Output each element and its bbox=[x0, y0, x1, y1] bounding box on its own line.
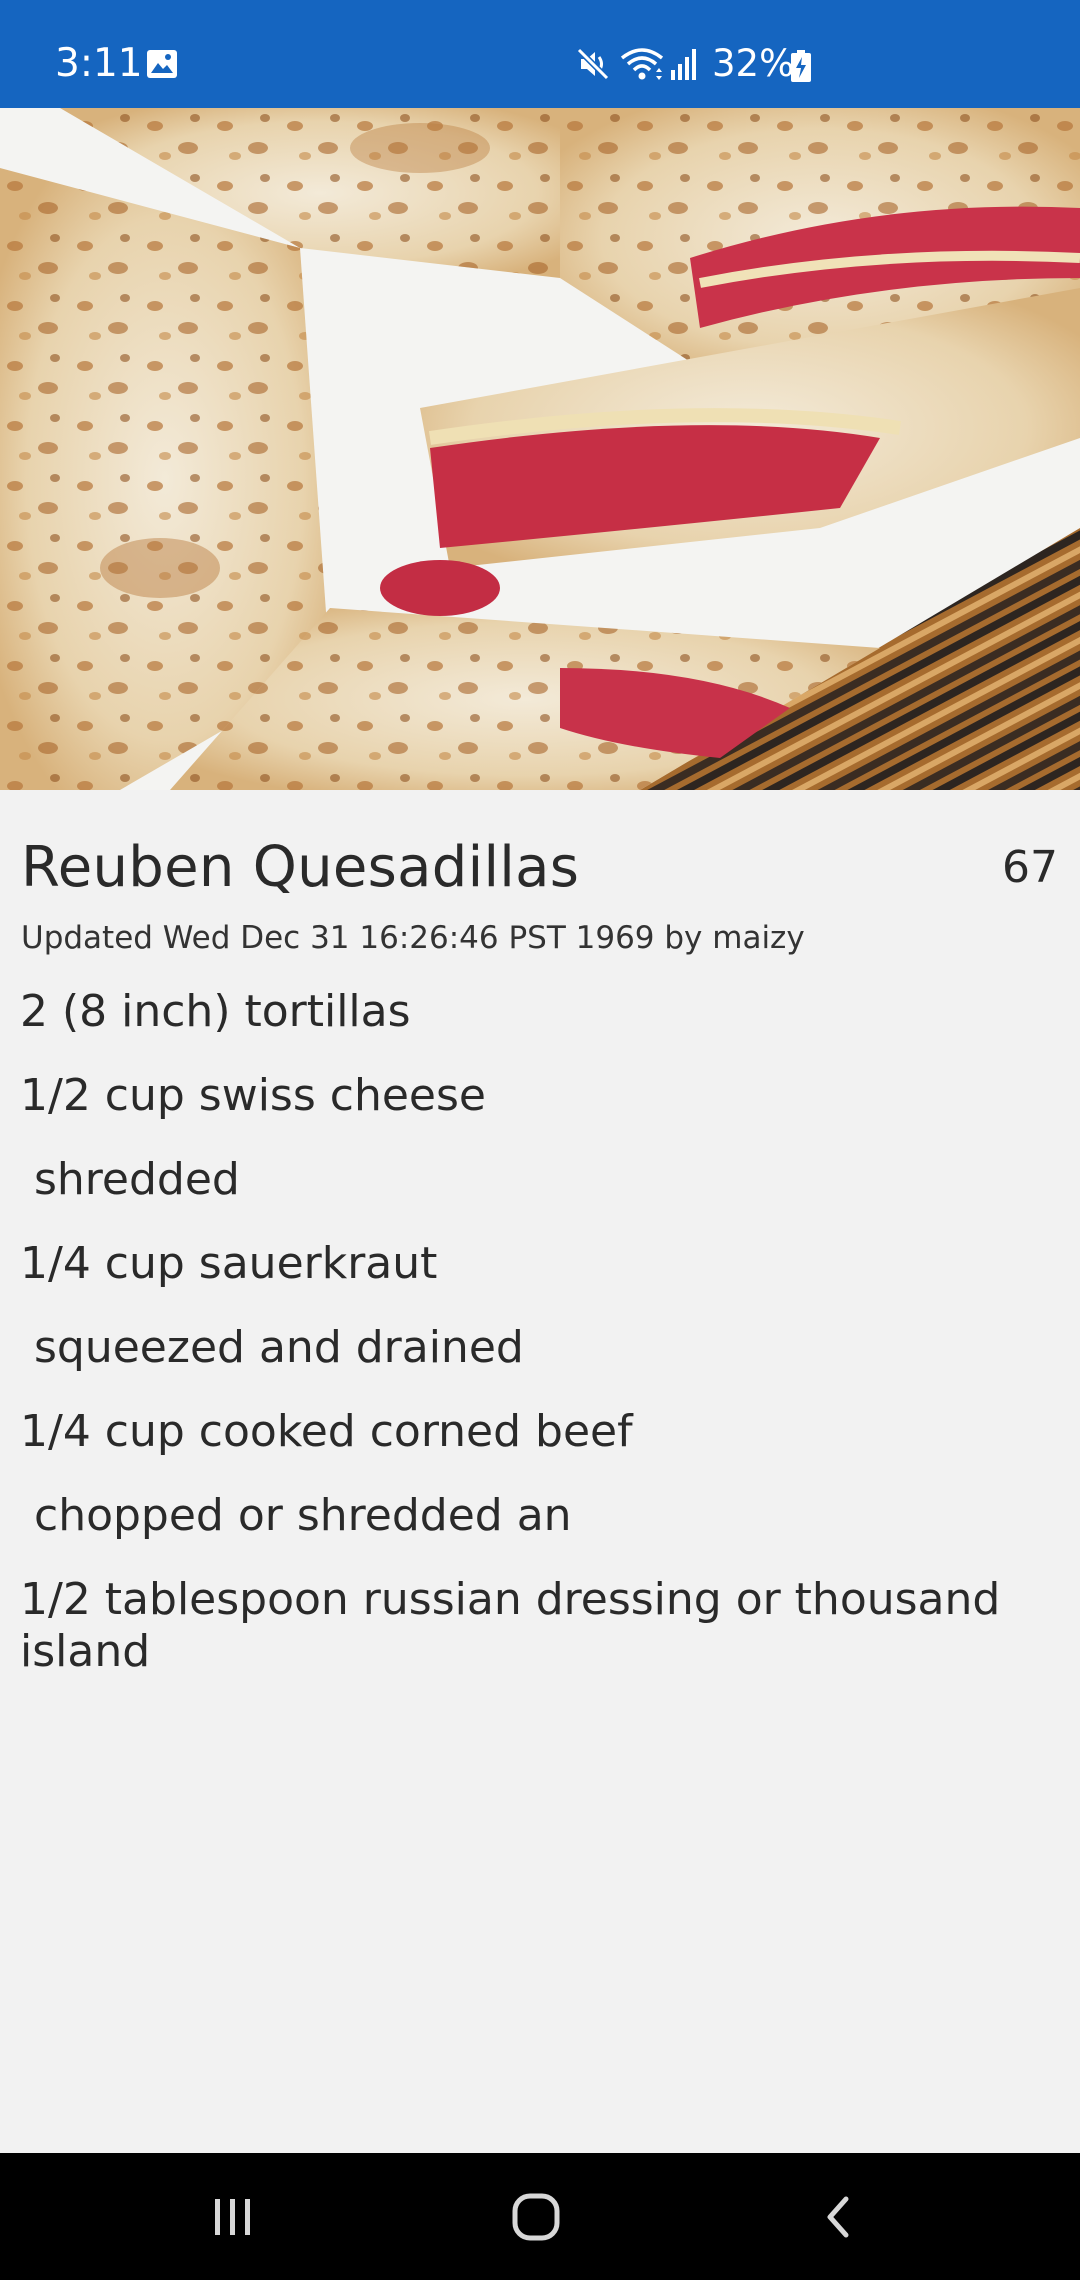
home-button[interactable] bbox=[476, 2153, 596, 2280]
recent-apps-icon bbox=[215, 2198, 250, 2235]
status-bar: 3:11 32% bbox=[0, 0, 1080, 108]
back-icon bbox=[827, 2196, 849, 2237]
status-time: 3:11 bbox=[55, 41, 143, 86]
recipe-meta: Updated Wed Dec 31 16:26:46 PST 1969 by … bbox=[21, 920, 805, 956]
home-icon bbox=[512, 2193, 560, 2240]
wifi-icon bbox=[620, 48, 664, 80]
ingredient-line: 1/2 cup swiss cheese bbox=[20, 1070, 486, 1121]
ingredient-line: 1/4 cup sauerkraut bbox=[20, 1238, 438, 1289]
recipe-count: 67 bbox=[1002, 842, 1058, 893]
navigation-bar bbox=[0, 2153, 1080, 2280]
back-button[interactable] bbox=[778, 2153, 898, 2280]
ingredient-line: shredded bbox=[20, 1154, 240, 1205]
recipe-photo bbox=[0, 108, 1080, 790]
ingredient-line: chopped or shredded an bbox=[20, 1490, 572, 1541]
ingredient-line: 1/4 cup cooked corned beef bbox=[20, 1406, 633, 1457]
ingredient-line: 2 (8 inch) tortillas bbox=[20, 986, 411, 1037]
gallery-icon bbox=[147, 50, 177, 78]
ingredient-line: 1/2 tablespoon russian dressing or thous… bbox=[20, 1574, 1015, 1677]
signal-icon bbox=[671, 49, 696, 80]
battery-charging-icon bbox=[791, 50, 811, 82]
battery-percent: 32% bbox=[712, 42, 795, 85]
recipe-photo-image bbox=[0, 108, 1080, 790]
ingredient-line: squeezed and drained bbox=[20, 1322, 524, 1373]
mute-icon bbox=[576, 47, 610, 81]
recipe-title: Reuben Quesadillas bbox=[21, 835, 580, 900]
recent-apps-button[interactable] bbox=[173, 2153, 293, 2280]
